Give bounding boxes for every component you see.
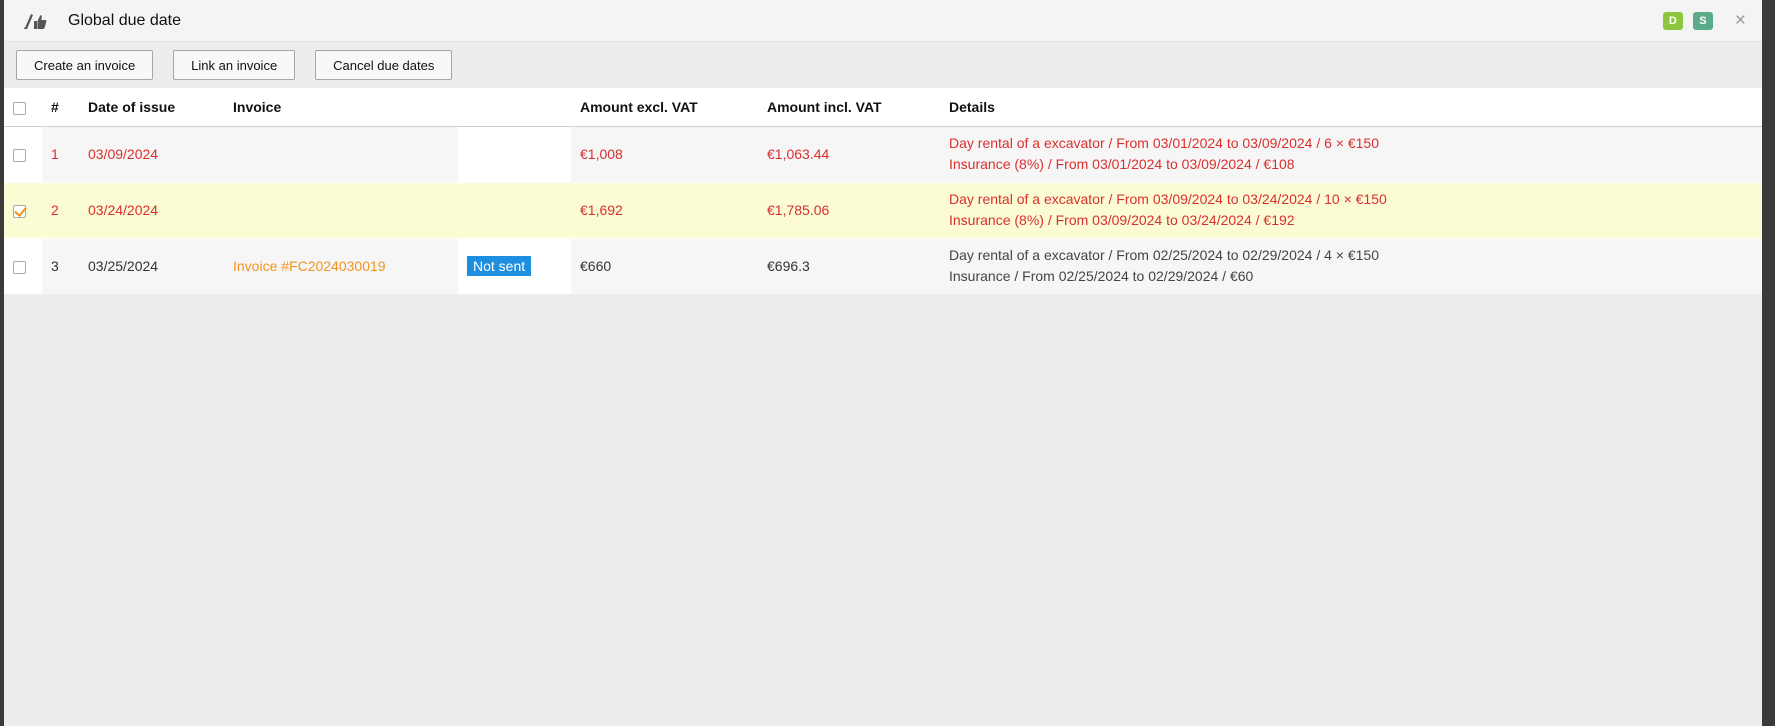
header-excl: Amount excl. VAT — [571, 88, 758, 127]
modal-header: Global due date D S × — [4, 0, 1762, 42]
table-row[interactable]: 2 03/24/2024 €1,692 €1,785.06 Day rental… — [4, 181, 1762, 238]
row-checkbox-cell — [4, 237, 42, 294]
close-icon[interactable]: × — [1735, 11, 1746, 30]
row-invoice — [224, 181, 458, 238]
pen-thumbs-up-icon — [22, 11, 48, 31]
detail-line: Day rental of a excavator / From 02/25/2… — [949, 247, 1380, 264]
row-amount-incl: €696.3 — [758, 237, 940, 294]
global-due-date-modal: Global due date D S × Create an invoice … — [4, 0, 1762, 726]
row-amount-incl: €1,785.06 — [758, 181, 940, 238]
link-invoice-button[interactable]: Link an invoice — [173, 50, 296, 80]
row-checkbox-cell — [4, 181, 42, 238]
header-incl: Amount incl. VAT — [758, 88, 940, 127]
row-details: Day rental of a excavator / From 02/25/2… — [940, 237, 1762, 294]
row-number: 2 — [42, 181, 79, 238]
row-date: 03/25/2024 — [79, 237, 224, 294]
row-status — [458, 181, 571, 238]
row-amount-excl: €1,008 — [571, 125, 758, 182]
detail-line: Insurance (8%) / From 03/01/2024 to 03/0… — [949, 156, 1295, 172]
row-checkbox[interactable] — [13, 261, 26, 275]
row-status: Not sent — [458, 237, 571, 294]
header-select-all — [4, 88, 42, 127]
header-status — [458, 88, 571, 127]
header-date: Date of issue — [79, 88, 224, 127]
row-date: 03/24/2024 — [79, 181, 224, 238]
d-badge[interactable]: D — [1662, 11, 1683, 30]
select-all-checkbox[interactable] — [13, 101, 26, 115]
row-checkbox[interactable] — [13, 148, 26, 162]
row-invoice: Invoice #FC2024030019 — [224, 237, 458, 294]
row-details: Day rental of a excavator / From 03/01/2… — [940, 125, 1762, 182]
detail-line: Day rental of a excavator / From 03/09/2… — [949, 191, 1387, 207]
detail-line: Insurance (8%) / From 03/09/2024 to 03/2… — [949, 212, 1295, 228]
row-invoice — [224, 125, 458, 182]
s-badge[interactable]: S — [1692, 11, 1713, 30]
header-num: # — [42, 88, 79, 127]
row-details: Day rental of a excavator / From 03/09/2… — [940, 181, 1762, 238]
detail-line: Insurance / From 02/25/2024 to 02/29/202… — [949, 268, 1254, 285]
row-amount-incl: €1,063.44 — [758, 125, 940, 182]
header-invoice: Invoice — [224, 88, 458, 127]
not-sent-badge: Not sent — [467, 256, 532, 277]
table-row[interactable]: 1 03/09/2024 €1,008 €1,063.44 Day rental… — [4, 125, 1762, 182]
modal-title: Global due date — [68, 11, 181, 29]
row-amount-excl: €1,692 — [571, 181, 758, 238]
invoice-link[interactable]: Invoice #FC2024030019 — [233, 258, 386, 274]
row-amount-excl: €660 — [571, 237, 758, 294]
table-header-row: # Date of issue Invoice Amount excl. VAT… — [4, 88, 1762, 127]
detail-line: Day rental of a excavator / From 03/01/2… — [949, 135, 1380, 151]
header-actions: D S × — [1662, 0, 1762, 41]
due-dates-table: # Date of issue Invoice Amount excl. VAT… — [4, 88, 1762, 294]
row-number: 1 — [42, 125, 79, 182]
row-date: 03/09/2024 — [79, 125, 224, 182]
create-invoice-button[interactable]: Create an invoice — [16, 50, 154, 80]
table-row[interactable]: 3 03/25/2024 Invoice #FC2024030019 Not s… — [4, 237, 1762, 294]
row-checkbox-cell — [4, 125, 42, 182]
row-number: 3 — [42, 237, 79, 294]
header-details: Details — [940, 88, 1762, 127]
toolbar: Create an invoice Link an invoice Cancel… — [4, 42, 1762, 88]
row-checkbox[interactable] — [13, 204, 26, 218]
cancel-due-dates-button[interactable]: Cancel due dates — [315, 50, 453, 80]
row-status — [458, 125, 571, 182]
